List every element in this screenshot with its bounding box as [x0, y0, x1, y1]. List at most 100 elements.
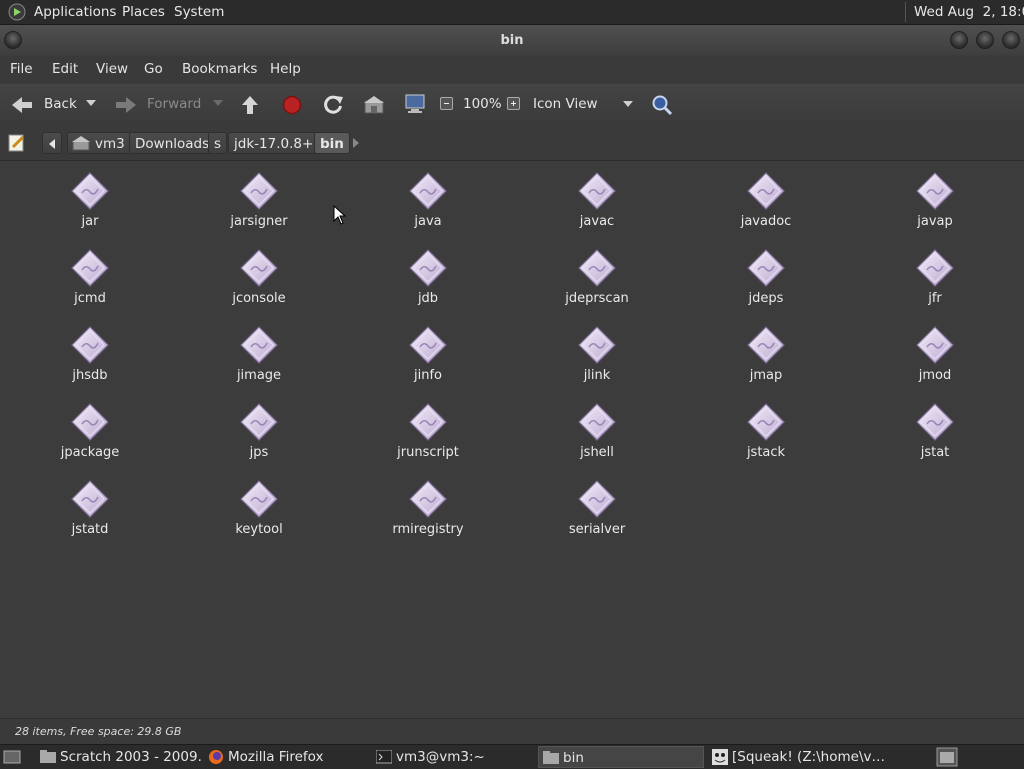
file-item[interactable]: jstack [696, 402, 836, 460]
file-item[interactable]: jmap [696, 325, 836, 383]
home-icon[interactable] [363, 95, 385, 115]
executable-file-icon [409, 249, 447, 287]
menu-bookmarks[interactable]: Bookmarks [182, 61, 257, 77]
reload-icon[interactable] [322, 94, 344, 116]
file-item[interactable]: jstat [865, 402, 1005, 460]
search-icon[interactable] [651, 94, 673, 116]
file-item[interactable]: jdeps [696, 248, 836, 306]
file-item[interactable]: jhsdb [20, 325, 160, 383]
executable-file-icon [240, 326, 278, 364]
file-name: jarsigner [230, 214, 288, 229]
executable-file-icon [747, 249, 785, 287]
breadcrumb-s[interactable]: s [208, 132, 228, 154]
file-item[interactable]: javap [865, 171, 1005, 229]
file-item[interactable]: jfr [865, 248, 1005, 306]
file-item[interactable]: serialver [527, 479, 667, 537]
file-name: jdb [417, 291, 439, 306]
file-item[interactable]: jlink [527, 325, 667, 383]
file-name: jfr [928, 291, 942, 306]
menu-file[interactable]: File [10, 61, 33, 77]
menu-applications[interactable]: Applications [34, 4, 116, 20]
breadcrumb-vm3[interactable]: vm3 [67, 132, 131, 154]
file-item[interactable]: jrunscript [358, 402, 498, 460]
file-item[interactable]: jpackage [20, 402, 160, 460]
breadcrumb-jdk[interactable]: jdk-17.0.8+7 [228, 132, 328, 154]
file-name: jcmd [74, 291, 106, 306]
breadcrumb-scroll-left-button[interactable] [42, 132, 62, 154]
executable-file-icon [71, 403, 109, 441]
task-label: [Squeak! (Z:\home\v… [732, 749, 885, 765]
back-button[interactable]: Back [8, 93, 98, 117]
up-arrow-icon[interactable] [240, 94, 260, 116]
menu-edit[interactable]: Edit [52, 61, 78, 77]
stop-icon[interactable] [282, 95, 302, 115]
executable-file-icon [71, 249, 109, 287]
show-desktop-icon[interactable] [3, 749, 21, 765]
file-item[interactable]: javac [527, 171, 667, 229]
executable-file-icon [409, 172, 447, 210]
file-item[interactable]: jinfo [358, 325, 498, 383]
file-item[interactable]: jmod [865, 325, 1005, 383]
file-item[interactable]: jconsole [189, 248, 329, 306]
file-item[interactable]: jps [189, 402, 329, 460]
task-terminal[interactable]: vm3@vm3:~ [372, 746, 536, 768]
zoom-level[interactable]: 100% [463, 96, 502, 112]
file-item[interactable]: jcmd [20, 248, 160, 306]
menu-places[interactable]: Places [122, 4, 165, 20]
task-bin[interactable]: bin [538, 746, 704, 768]
workspace-switcher-icon[interactable] [936, 747, 958, 767]
executable-file-icon [409, 403, 447, 441]
menu-view[interactable]: View [96, 61, 128, 77]
file-item[interactable]: jshell [527, 402, 667, 460]
executable-file-icon [916, 326, 954, 364]
computer-icon[interactable] [404, 94, 426, 114]
folder-icon [543, 751, 559, 764]
view-mode-select[interactable]: Icon View [528, 93, 638, 117]
firefox-icon [209, 750, 223, 764]
file-item[interactable]: jstatd [20, 479, 160, 537]
back-history-chevron-icon[interactable] [86, 100, 96, 108]
file-icon-view[interactable]: jar jarsigner java javac javadoc javap jcmd jco… [0, 161, 1024, 717]
minimize-icon[interactable] [950, 31, 968, 49]
executable-file-icon [916, 403, 954, 441]
task-label: bin [563, 750, 584, 766]
executable-file-icon [578, 326, 616, 364]
file-name: rmiregistry [392, 522, 464, 537]
window-titlebar[interactable]: bin [0, 25, 1024, 55]
edit-location-icon[interactable] [7, 133, 27, 153]
file-item[interactable]: keytool [189, 479, 329, 537]
file-item[interactable]: jimage [189, 325, 329, 383]
file-item[interactable]: jarsigner [189, 171, 329, 229]
panel-separator [905, 2, 906, 22]
menu-system[interactable]: System [174, 4, 224, 20]
file-name: keytool [235, 522, 283, 537]
file-item[interactable]: jdb [358, 248, 498, 306]
file-name: jar [81, 214, 99, 229]
zoom-out-button[interactable] [440, 97, 453, 110]
task-scratch[interactable]: Scratch 2003 - 2009… [36, 746, 202, 768]
gnome-foot-icon[interactable] [8, 3, 26, 21]
forward-arrow-icon [116, 97, 136, 113]
task-firefox[interactable]: Mozilla Firefox [204, 746, 370, 768]
file-name: jmap [749, 368, 783, 383]
menu-help[interactable]: Help [270, 61, 301, 77]
zoom-in-button[interactable] [507, 97, 520, 110]
task-squeak[interactable]: [Squeak! (Z:\home\v… [708, 746, 908, 768]
breadcrumb-bin[interactable]: bin [314, 132, 350, 154]
maximize-icon[interactable] [976, 31, 994, 49]
close-icon[interactable] [1002, 31, 1020, 49]
forward-history-chevron-icon[interactable] [213, 100, 223, 108]
clock[interactable]: Wed Aug 2, 18:02 [914, 4, 1024, 20]
file-item[interactable]: rmiregistry [358, 479, 498, 537]
breadcrumb-downloads[interactable]: Downloads [129, 132, 216, 154]
menu-go[interactable]: Go [144, 61, 163, 77]
forward-button[interactable]: Forward [114, 93, 214, 117]
file-item[interactable]: java [358, 171, 498, 229]
back-label: Back [44, 96, 77, 112]
file-name: jstatd [71, 522, 109, 537]
chevron-right-icon[interactable] [352, 138, 360, 148]
folder-icon [40, 750, 56, 763]
file-item[interactable]: jar [20, 171, 160, 229]
file-item[interactable]: jdeprscan [527, 248, 667, 306]
file-item[interactable]: javadoc [696, 171, 836, 229]
